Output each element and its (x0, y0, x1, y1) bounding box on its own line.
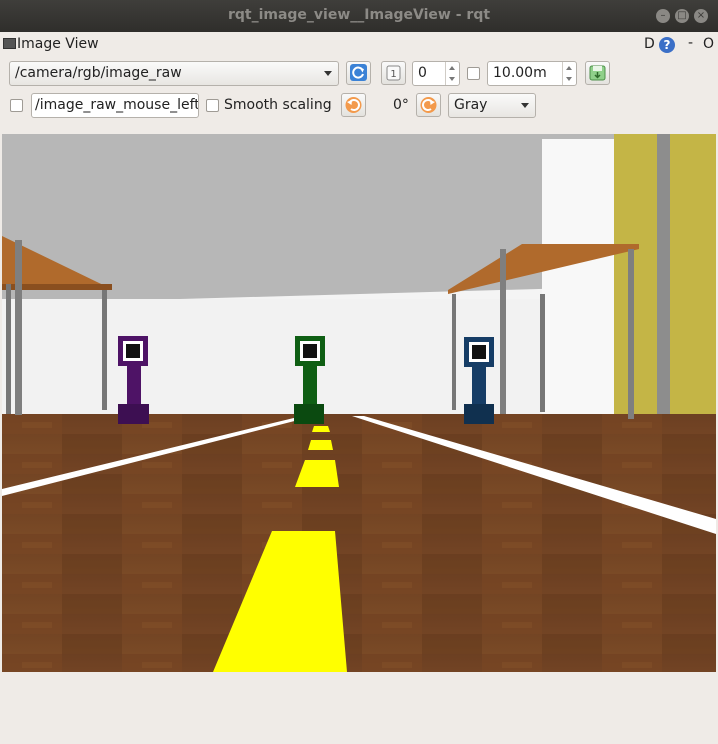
zoom-1-icon: 1 (386, 65, 401, 81)
smooth-scaling-checkbox[interactable] (206, 99, 219, 112)
color-scheme-select[interactable]: Gray (448, 93, 536, 118)
save-image-button[interactable] (585, 61, 610, 85)
max-range-value: 10.00m (493, 65, 547, 81)
chevron-down-icon (324, 71, 332, 76)
publish-mouse-checkbox[interactable] (10, 99, 23, 112)
rotate-right-icon (420, 97, 437, 113)
rotate-left-button[interactable] (341, 93, 366, 117)
window-maximize-button[interactable]: □ (675, 9, 689, 23)
panel-header: Image View D ? - O (0, 33, 718, 57)
window-close-button[interactable]: × (694, 9, 708, 23)
panel-title: Image View (17, 36, 99, 52)
panel-icon (3, 38, 16, 49)
topic-select-value: /camera/rgb/image_raw (15, 65, 182, 81)
save-icon (589, 65, 606, 81)
topic-select[interactable]: /camera/rgb/image_raw (9, 61, 339, 86)
refresh-icon (350, 64, 367, 81)
refresh-topics-button[interactable] (346, 61, 371, 85)
dynamic-range-checkbox[interactable] (467, 67, 480, 80)
mouse-topic-input[interactable]: /image_raw_mouse_left (31, 93, 199, 118)
zoom-spin-arrows[interactable] (445, 62, 459, 85)
panel-close-button[interactable]: O (703, 36, 714, 52)
window-minimize-button[interactable]: – (656, 9, 670, 23)
svg-text:1: 1 (390, 69, 396, 80)
max-range-spin-arrows[interactable] (562, 62, 576, 85)
dock-button[interactable]: D (644, 36, 655, 52)
chevron-down-icon (521, 103, 529, 108)
window-titlebar: rqt_image_view__ImageView - rqt – □ × (0, 0, 718, 32)
zoom-1-button[interactable]: 1 (381, 61, 406, 85)
camera-image-view[interactable] (2, 134, 716, 672)
zoom-spinbox[interactable]: 0 (412, 61, 460, 86)
color-scheme-value: Gray (454, 97, 488, 113)
smooth-scaling-label: Smooth scaling (224, 97, 332, 113)
camera-image (2, 134, 716, 672)
window-title: rqt_image_view__ImageView - rqt (227, 7, 491, 23)
rotate-right-button[interactable] (416, 93, 441, 117)
rotate-left-icon (345, 97, 362, 113)
panel-minimize-button[interactable]: - (688, 35, 693, 51)
max-range-spinbox[interactable]: 10.00m (487, 61, 577, 86)
mouse-topic-value: /image_raw_mouse_left (35, 97, 199, 113)
help-icon[interactable]: ? (659, 37, 675, 53)
rotation-label: 0° (393, 97, 409, 113)
zoom-value: 0 (418, 65, 427, 81)
